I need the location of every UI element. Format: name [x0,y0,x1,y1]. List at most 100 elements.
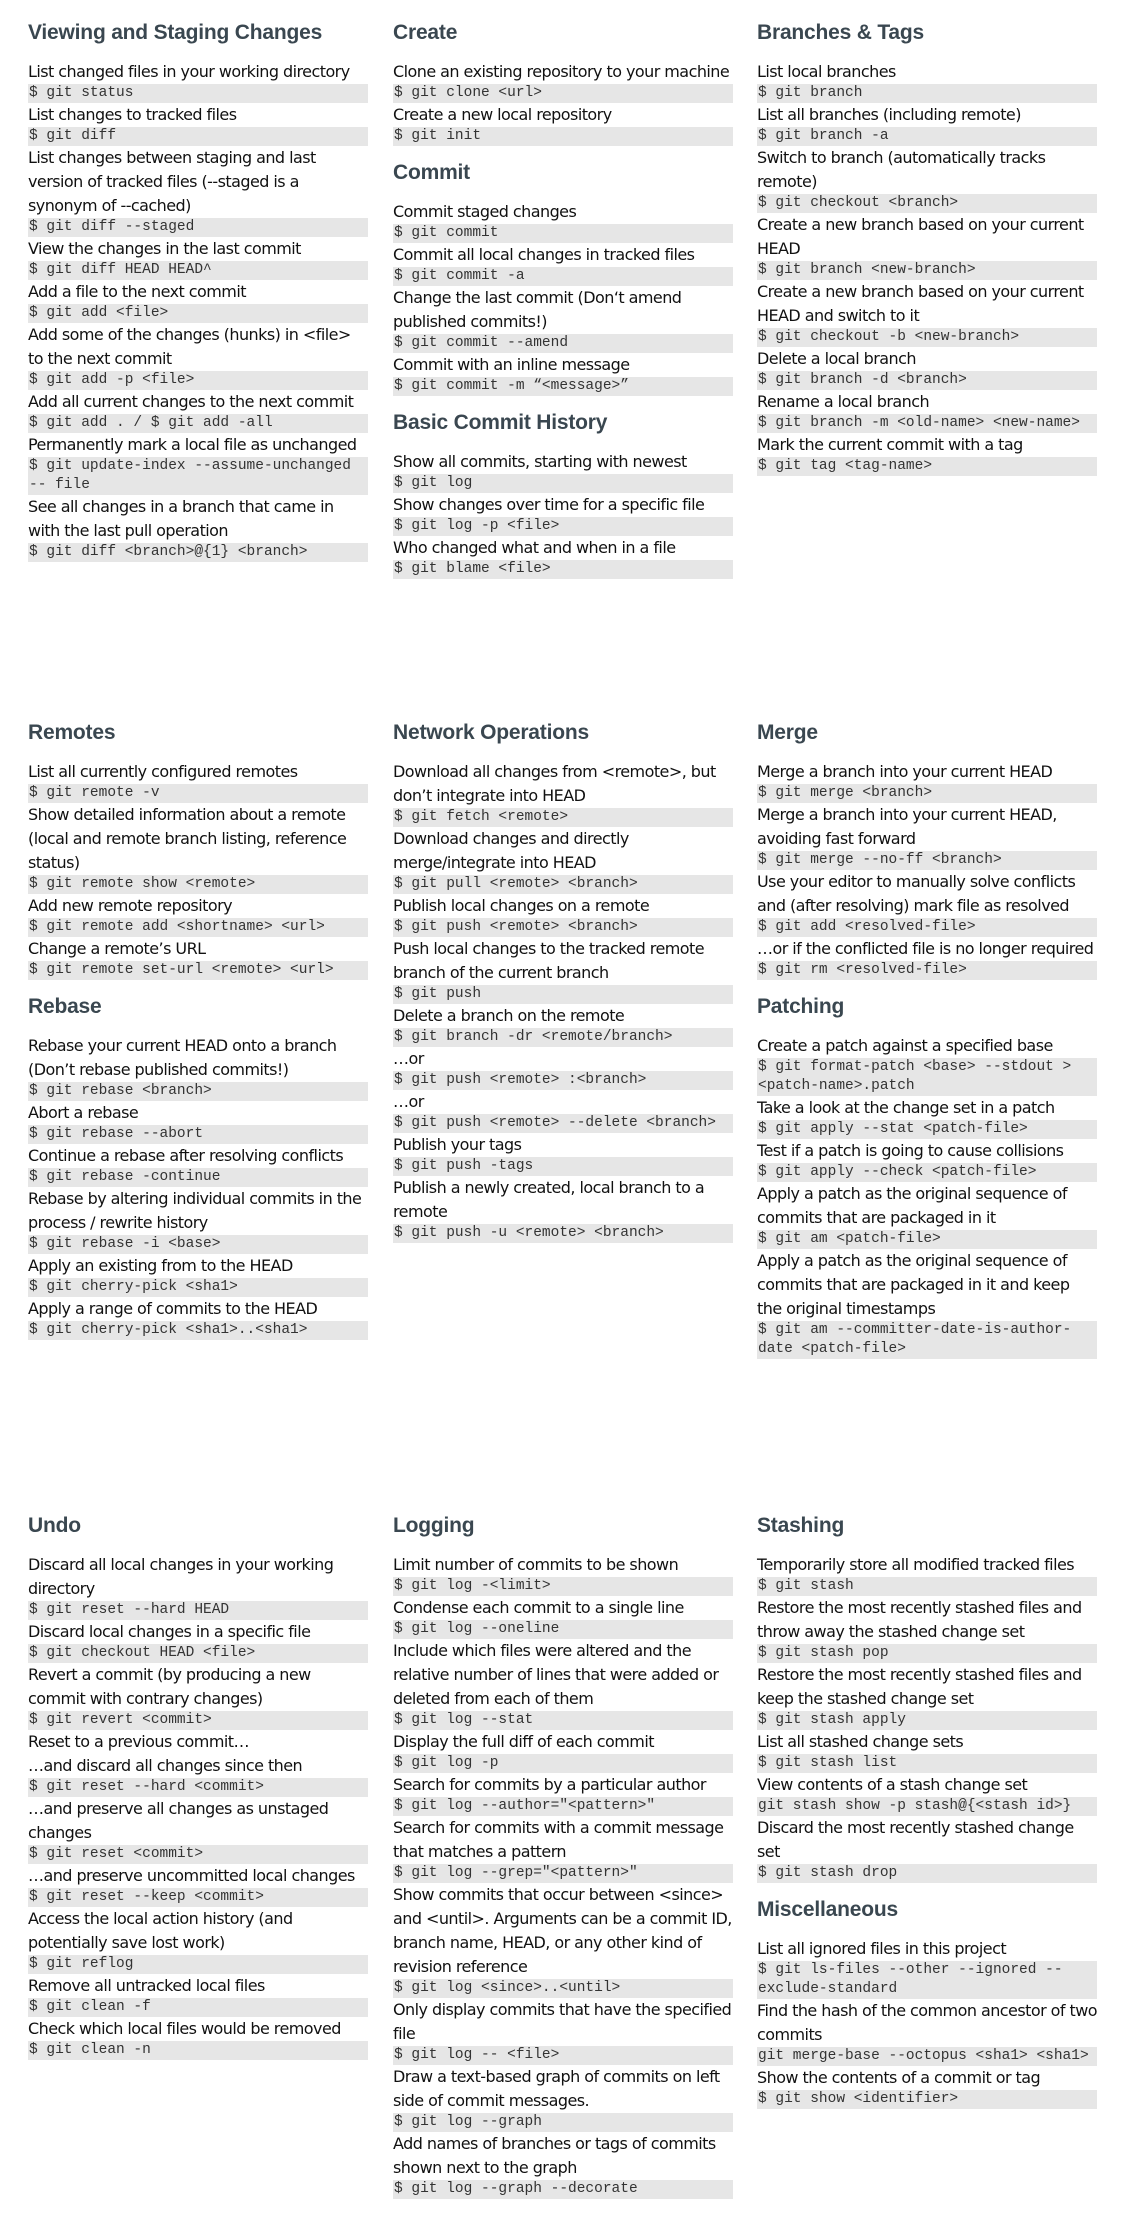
command-description: Draw a text-based graph of commits on le… [393,2067,720,2110]
command-snippet: $ git commit -m “<message>” [393,377,733,396]
command-snippet: $ git stash list [757,1754,1097,1773]
section-branches-and-tags: Branches & Tags List local branches $ git … [757,20,1097,476]
command-description: Download changes and directly merge/inte… [393,829,629,872]
command-description: Create a patch against a specified base [757,1036,1053,1055]
section-title: Miscellaneous [757,1898,898,1921]
command-description: Display the full diff of each commit [393,1732,655,1751]
command-description: Continue a rebase after resolving confli… [28,1146,344,1165]
section-title: Logging [393,1514,475,1537]
command-snippet: $ git ls-files --other --ignored --exclu… [757,1961,1097,1999]
command-description: Apply a patch as the original sequence o… [757,1251,1070,1318]
command-snippet: $ git branch [757,84,1097,103]
command-description: Restore the most recently stashed files … [757,1665,1082,1708]
command-description: Abort a rebase [28,1103,139,1122]
command-description: Add all current changes to the next comm… [28,392,354,411]
command-snippet: $ git cherry-pick <sha1> [28,1278,368,1297]
command-snippet: $ git reset --keep <commit> [28,1888,368,1907]
command-description: Only display commits that have the speci… [393,2000,732,2043]
command-snippet: $ git remote show <remote> [28,875,368,894]
section-title: Rebase [28,995,102,1018]
command-snippet: $ git stash pop [757,1644,1097,1663]
command-description: Create a new local repository [393,105,612,124]
command-snippet: $ git log -- <file> [393,2046,733,2065]
command-description: Show the contents of a commit or tag [757,2068,1041,2087]
command-description: Publish a newly created, local branch to… [393,1178,705,1221]
command-description: Change a remote’s URL [28,939,206,958]
command-description: Change the last commit (Don‘t amend publ… [393,288,682,331]
command-description: Merge a branch into your current HEAD [757,762,1053,781]
section-title: Merge [757,721,818,744]
command-snippet: $ git blame <file> [393,560,733,579]
section-title: Patching [757,995,845,1018]
section-title: Undo [28,1514,81,1537]
section-network-operations: Network Operations Download all changes f… [393,720,733,1243]
command-snippet: $ git stash [757,1577,1097,1596]
command-description: Download all changes from <remote>, but … [393,762,716,805]
command-description: Condense each commit to a single line [393,1598,684,1617]
column-row1-right: Branches & Tags List local branches $ git … [757,20,1097,476]
command-snippet: $ git add <resolved-file> [757,918,1097,937]
command-snippet: $ git rebase <branch> [28,1082,368,1101]
column-row1-left: Viewing and Staging Changes List changed … [28,20,368,562]
column-row3-right: Stashing Temporarily store all modified t… [757,1513,1098,2109]
command-description: Who changed what and when in a file [393,538,676,557]
command-snippet: $ git log --graph [393,2113,733,2132]
command-snippet: $ git log --grep="<pattern>" [393,1864,733,1883]
column-row2-left: Remotes List all currently configured rem… [28,720,368,1340]
command-description: Restore the most recently stashed files … [757,1598,1082,1641]
command-description: Clone an existing repository to your mac… [393,62,730,81]
command-description: …or [393,1092,424,1111]
command-description: …or if the conflicted file is no longer … [757,939,1094,958]
command-snippet: $ git commit -a [393,267,733,286]
command-description: Discard all local changes in your workin… [28,1555,334,1598]
command-description: Access the local action history (and pot… [28,1909,293,1952]
command-snippet: $ git log -<limit> [393,1577,733,1596]
command-snippet: $ git diff [28,127,368,146]
section-logging: Logging Limit number of commits to be sho… [393,1513,733,2199]
command-description: Add names of branches or tags of commits… [393,2134,716,2177]
command-snippet: $ git branch -d <branch> [757,371,1097,390]
command-description: Show commits that occur between <since> … [393,1885,732,1976]
command-description: Commit with an inline message [393,355,630,374]
command-description: Remove all untracked local files [28,1976,265,1995]
command-snippet: $ git remote set-url <remote> <url> [28,961,368,980]
command-snippet: $ git reset <commit> [28,1845,368,1864]
command-description: Revert a commit (by producing a new comm… [28,1665,311,1708]
command-snippet: $ git cherry-pick <sha1>..<sha1> [28,1321,368,1340]
command-snippet: $ git fetch <remote> [393,808,733,827]
command-snippet: $ git log --stat [393,1711,733,1730]
command-snippet: $ git rebase -i <base> [28,1235,368,1254]
command-snippet: $ git add <file> [28,304,368,323]
command-snippet: $ git commit --amend [393,334,733,353]
command-description: Check which local files would be removed [28,2019,341,2038]
command-snippet: $ git remote -v [28,784,368,803]
command-snippet: $ git log -p [393,1754,733,1773]
command-description: List all branches (including remote) [757,105,1021,124]
command-description: Show changes over time for a specific fi… [393,495,705,514]
command-description: Delete a branch on the remote [393,1006,625,1025]
command-description: …or [393,1049,424,1068]
command-snippet: $ git format-patch <base> --stdout > <pa… [757,1058,1097,1096]
command-description: Search for commits with a commit message… [393,1818,724,1861]
command-description: Discard local changes in a specific file [28,1622,311,1641]
section-viewing-and-staging-changes: Viewing and Staging Changes List changed … [28,20,368,562]
command-description: Switch to branch (automatically tracks r… [757,148,1046,191]
command-snippet: $ git branch -a [757,127,1097,146]
command-snippet: $ git checkout -b <new-branch> [757,328,1097,347]
command-description: Push local changes to the tracked remote… [393,939,705,982]
command-snippet: $ git log -p <file> [393,517,733,536]
command-description: Publish local changes on a remote [393,896,650,915]
section-stashing: Stashing Temporarily store all modified t… [757,1513,1097,1883]
command-snippet: $ git branch -dr <remote/branch> [393,1028,733,1047]
column-row3-left: Undo Discard all local changes in your wo… [28,1513,368,2060]
section-create: Create Clone an existing repository to yo… [393,20,733,146]
command-snippet: $ git push -tags [393,1157,733,1176]
command-description: …and preserve all changes as unstaged ch… [28,1799,329,1842]
section-rebase: Rebase Rebase your current HEAD onto a br… [28,994,368,1340]
section-title: Viewing and Staging Changes [28,21,323,44]
command-snippet: $ git rebase -continue [28,1168,368,1187]
command-snippet: $ git push <remote> <branch> [393,918,733,937]
command-description: Apply a range of commits to the HEAD [28,1299,318,1318]
section-patching: Patching Create a patch against a specifi… [757,994,1097,1359]
command-description: Add some of the changes (hunks) in <file… [28,325,351,368]
